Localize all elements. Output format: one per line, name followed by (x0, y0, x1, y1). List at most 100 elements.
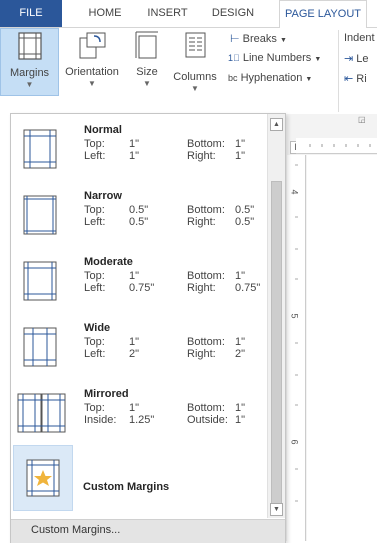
top-value: 1" (129, 402, 140, 414)
line-numbers-label: Line Numbers (242, 52, 312, 64)
margin-option-name: Moderate (84, 256, 133, 268)
top-label: Top: (84, 138, 105, 150)
horizontal-ruler[interactable] (296, 138, 377, 154)
columns-icon (185, 32, 206, 58)
right-value: 0.5" (235, 216, 255, 228)
tab-home[interactable]: HOME (80, 0, 130, 27)
tab-insert[interactable]: INSERT (140, 0, 195, 27)
hyphenation-label: Hyphenation (240, 72, 303, 84)
bottom-label: Bottom: (187, 336, 225, 348)
left-label: Left: (84, 348, 106, 360)
margin-option-name: Narrow (84, 190, 122, 202)
tab-page-layout[interactable]: PAGE LAYOUT (279, 0, 367, 29)
margin-option-name: Wide (84, 322, 111, 334)
inside-label: Inside: (84, 414, 117, 426)
custom-margins-option[interactable] (13, 445, 73, 511)
left-value: 0.5" (129, 216, 149, 228)
scrollbar-thumb[interactable] (271, 181, 282, 514)
indent-right-label: Ri (356, 73, 367, 85)
inside-value: 1.25" (129, 414, 155, 426)
chevron-down-icon: ▼ (25, 80, 34, 89)
right-label: Right: (187, 282, 216, 294)
size-button[interactable]: Size ▼ (131, 28, 163, 88)
right-label: Right: (187, 216, 216, 228)
dropdown-scrollbar[interactable]: ▲ ▼ (267, 114, 285, 518)
margins-dropdown: Normal Top: 1" Bottom: 1" Left: 1" Right… (10, 113, 286, 543)
hyphenation-icon: bc (228, 73, 238, 83)
top-value: 1" (129, 270, 140, 282)
outside-label: Outside: (187, 414, 228, 426)
margin-option-moderate[interactable]: Moderate Top: 1" Bottom: 1" Left: 0.75" … (13, 248, 267, 314)
top-value: 0.5" (129, 204, 149, 216)
mirrored-margin-icon (17, 393, 66, 433)
left-value: 1" (129, 150, 140, 162)
scroll-down-icon[interactable]: ▼ (270, 503, 283, 516)
margins-icon (17, 32, 42, 60)
right-value: 1" (235, 150, 246, 162)
line-numbers-icon: 1⃞ (228, 53, 240, 63)
indent-right[interactable]: ⇤ Ri (344, 72, 367, 85)
dialog-launcher-icon[interactable]: ◲ (358, 115, 366, 124)
vertical-ruler[interactable]: 4 5 6 (287, 155, 306, 541)
chevron-down-icon: ▼ (143, 79, 151, 88)
ruler-ticks (295, 164, 298, 502)
right-value: 0.75" (235, 282, 261, 294)
indent-heading: Indent (344, 32, 375, 44)
bottom-label: Bottom: (187, 138, 225, 150)
margins-label: Margins (9, 67, 50, 79)
ribbon-tab-bar: FILE HOME INSERT DESIGN PAGE LAYOUT (0, 0, 377, 29)
orientation-button[interactable]: Orientation ▼ (61, 28, 123, 88)
document-page[interactable] (307, 155, 377, 541)
columns-button[interactable]: Columns ▼ (170, 28, 220, 93)
wide-margin-icon (23, 327, 57, 367)
margin-option-mirrored[interactable]: Mirrored Top: 1" Bottom: 1" Inside: 1.25… (13, 380, 267, 446)
top-label: Top: (84, 270, 105, 282)
left-label: Left: (84, 150, 106, 162)
margin-option-narrow[interactable]: Narrow Top: 0.5" Bottom: 0.5" Left: 0.5"… (13, 182, 267, 248)
right-label: Right: (187, 348, 216, 360)
custom-margins-label[interactable]: Custom Margins (83, 481, 169, 493)
line-numbers-button[interactable]: 1⃞ Line Numbers ▼ (228, 52, 321, 64)
tab-file[interactable]: FILE (0, 0, 62, 27)
indent-left[interactable]: ⇥ Le (344, 52, 369, 65)
breaks-icon: ⊢ (230, 33, 240, 45)
margin-option-normal[interactable]: Normal Top: 1" Bottom: 1" Left: 1" Right… (13, 116, 267, 182)
chevron-down-icon: ▼ (314, 56, 322, 63)
left-value: 0.75" (129, 282, 155, 294)
margins-button[interactable]: Margins ▼ (0, 28, 59, 96)
margin-option-name: Mirrored (84, 388, 129, 400)
breaks-button[interactable]: ⊢ Breaks ▼ (230, 32, 287, 45)
bottom-value: 1" (235, 336, 246, 348)
left-value: 2" (129, 348, 140, 360)
custom-margins-menu-item[interactable]: Custom Margins... (11, 519, 285, 543)
top-value: 1" (129, 336, 140, 348)
hyphenation-button[interactable]: bc Hyphenation ▼ (228, 72, 312, 84)
star-page-icon (26, 459, 60, 497)
right-label: Right: (187, 150, 216, 162)
margin-option-wide[interactable]: Wide Top: 1" Bottom: 1" Left: 2" Right: … (13, 314, 267, 380)
orientation-label: Orientation (65, 66, 119, 78)
left-label: Left: (84, 282, 106, 294)
scroll-up-icon[interactable]: ▲ (270, 118, 283, 131)
ribbon: Margins ▼ Orientation ▼ Size ▼ Columns ▼ (0, 28, 377, 114)
size-icon (135, 31, 158, 59)
bottom-label: Bottom: (187, 204, 225, 216)
bottom-value: 1" (235, 138, 246, 150)
custom-margins-footer-label: Custom Margins... (31, 524, 121, 536)
left-label: Left: (84, 216, 106, 228)
size-label: Size (136, 66, 158, 78)
right-value: 2" (235, 348, 246, 360)
normal-margin-icon (23, 129, 57, 169)
breaks-label: Breaks (242, 33, 277, 45)
tab-design[interactable]: DESIGN (205, 0, 261, 27)
chevron-down-icon: ▼ (279, 37, 287, 44)
top-value: 1" (129, 138, 140, 150)
indent-left-label: Le (356, 53, 369, 65)
ruler-ticks (309, 144, 371, 147)
outside-value: 1" (235, 414, 246, 426)
orientation-icon (79, 32, 106, 59)
chevron-down-icon: ▼ (88, 79, 96, 88)
bottom-value: 0.5" (235, 204, 255, 216)
chevron-down-icon: ▼ (191, 84, 199, 93)
top-label: Top: (84, 336, 105, 348)
